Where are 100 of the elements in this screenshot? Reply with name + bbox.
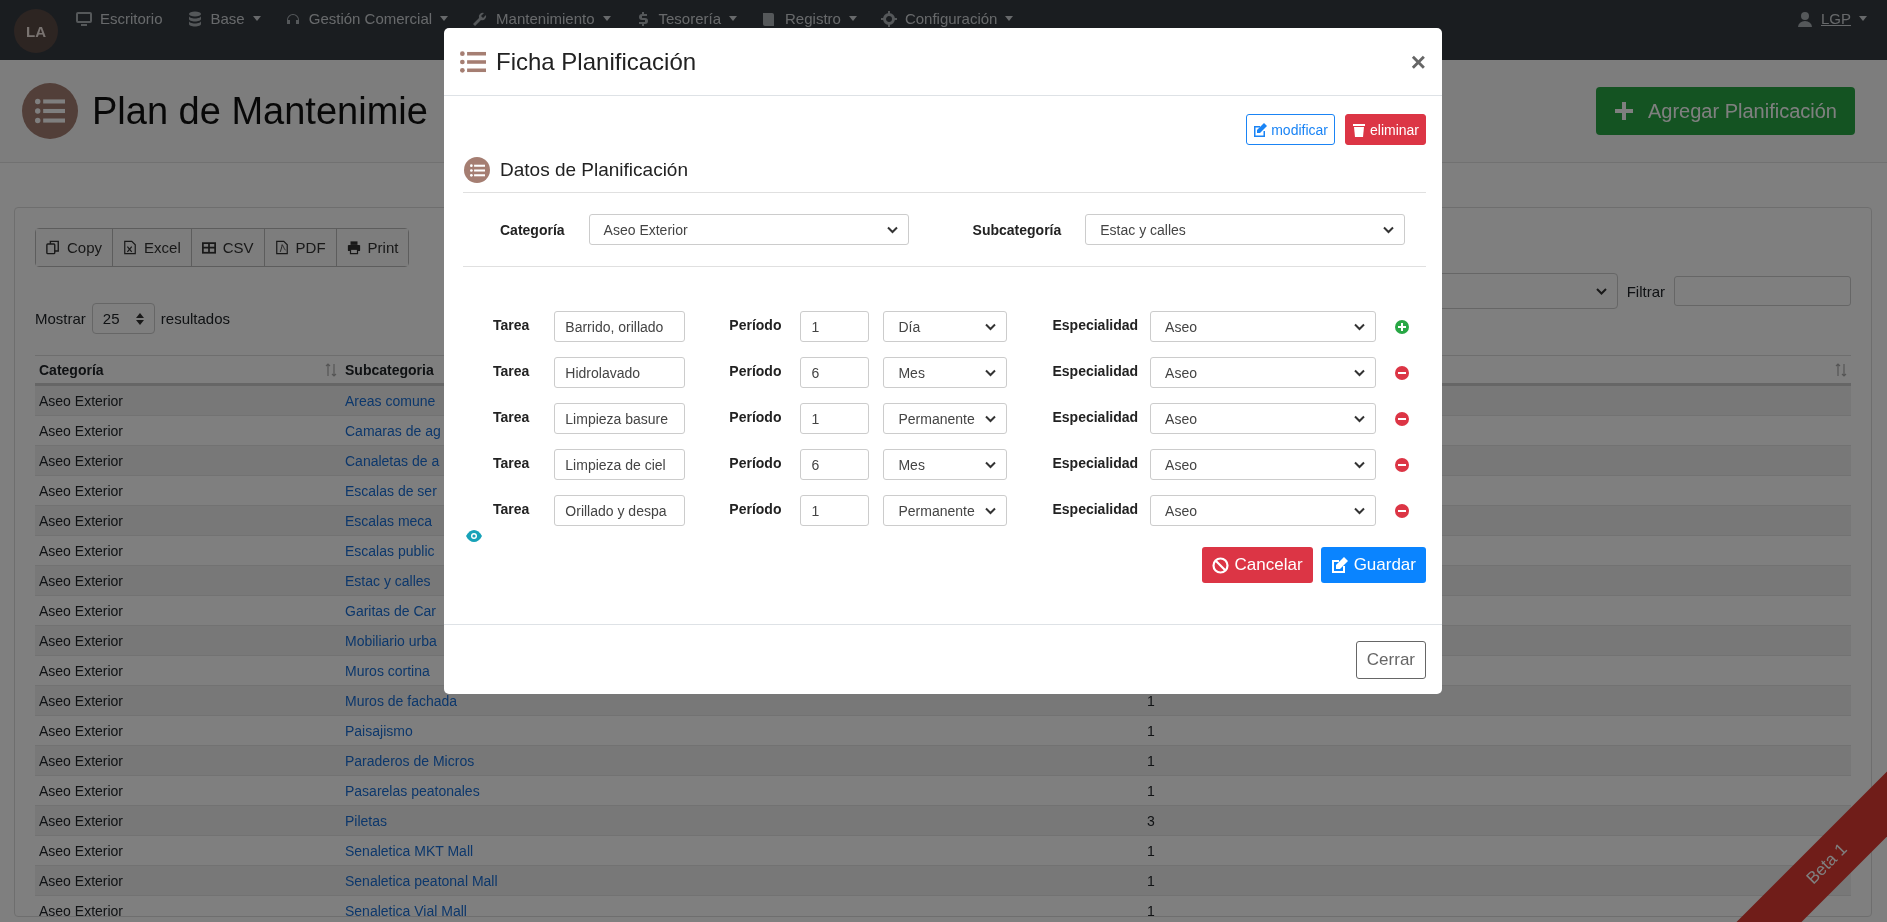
list-icon — [460, 50, 486, 73]
subcategory-link[interactable]: Mobiliario urba — [345, 632, 437, 649]
nav-menu-item[interactable]: Configuración — [880, 10, 1014, 27]
period-field[interactable]: 6 — [800, 357, 870, 388]
specialty-select[interactable]: Aseo — [1150, 403, 1377, 434]
table-cell: Aseo Exterior — [39, 392, 124, 409]
chevron-down-icon — [1595, 287, 1607, 295]
filter-label: Filtrar — [1626, 282, 1665, 300]
field-label: Período — [729, 316, 782, 333]
nav-menu-item[interactable]: Tesorería — [634, 10, 738, 27]
nav-menu-item[interactable]: Gestión Comercial — [284, 10, 449, 27]
period-field[interactable]: 1 — [800, 495, 870, 526]
subcategory-link[interactable]: Piletas — [345, 812, 388, 829]
caret-icon — [1859, 16, 1867, 21]
user-menu[interactable]: LGP — [1797, 10, 1867, 27]
task-field[interactable]: Orillado y despa — [554, 495, 686, 526]
specialty-select[interactable]: Aseo — [1150, 495, 1377, 526]
task-field[interactable]: Hidrolavado — [554, 357, 686, 388]
save-button[interactable]: Guardar — [1320, 547, 1426, 583]
period-field[interactable]: 1 — [800, 403, 870, 434]
caret-icon — [602, 16, 611, 21]
table-cell: Aseo Exterior — [39, 662, 124, 679]
subcategory-link[interactable]: Senaletica peatonal Mall — [345, 872, 498, 889]
cancel-button[interactable]: Cancelar — [1201, 547, 1313, 583]
subcategory-link[interactable]: Muros cortina — [345, 662, 430, 679]
table-cell: 1 — [1147, 752, 1155, 769]
field-label: Tarea — [493, 500, 530, 517]
nav-menu-item[interactable]: Escritorio — [76, 10, 163, 27]
category-select[interactable]: Aseo Exterior — [588, 214, 909, 245]
section-title: Datos de Planificación — [500, 159, 688, 181]
remove-circle-icon[interactable] — [1395, 504, 1410, 518]
table-cell: 1 — [1147, 692, 1155, 709]
specialty-select[interactable]: Aseo — [1150, 311, 1377, 342]
nav-menu-item[interactable]: Registro — [761, 10, 857, 27]
caret-icon — [440, 16, 449, 21]
remove-circle-icon[interactable] — [1395, 412, 1410, 426]
field-label: Subcategoría — [972, 221, 1062, 238]
task-field[interactable]: Barrido, orillado — [554, 311, 686, 342]
close-button[interactable]: × — [1410, 48, 1426, 75]
table-cell: Aseo Exterior — [39, 572, 124, 589]
unit-select[interactable]: Día — [883, 311, 1008, 342]
logo[interactable]: LA — [14, 9, 58, 53]
subcategory-link[interactable]: Senaletica MKT Mall — [345, 842, 474, 859]
chevron-down-icon — [985, 506, 997, 515]
subcategory-link[interactable]: Escalas public — [345, 542, 435, 559]
field-label: Categoría — [500, 221, 565, 238]
subcategory-link[interactable]: Pasarelas peatonales — [345, 782, 480, 799]
table-icon — [201, 240, 216, 255]
field-label: Especialidad — [1052, 454, 1139, 471]
unit-select[interactable]: Mes — [883, 449, 1008, 480]
list-badge-icon — [464, 157, 490, 183]
field-label: Tarea — [493, 362, 530, 379]
table-cell: 1 — [1147, 842, 1155, 859]
remove-circle-icon[interactable] — [1395, 366, 1410, 380]
table-cell: 1 — [1147, 722, 1155, 739]
subcategory-link[interactable]: Estac y calles — [345, 572, 431, 589]
subcategory-link[interactable]: Paraderos de Micros — [345, 752, 475, 769]
period-field[interactable]: 1 — [800, 311, 870, 342]
plus-icon — [1614, 101, 1634, 121]
filter-input[interactable] — [1674, 276, 1851, 306]
caret-icon — [1005, 16, 1014, 21]
subcategory-link[interactable]: Areas comune — [345, 392, 436, 409]
specialty-select[interactable]: Aseo — [1150, 357, 1377, 388]
subcategory-link[interactable]: Escalas meca — [345, 512, 433, 529]
remove-circle-icon[interactable] — [1395, 458, 1410, 472]
export-button[interactable]: Copy — [36, 229, 114, 266]
copy-icon — [46, 240, 60, 255]
spreadsheet-file-icon — [123, 240, 138, 255]
subcategory-link[interactable]: Camaras de ag — [345, 422, 441, 439]
nav-menu-item[interactable]: Base — [186, 10, 261, 27]
pdf-file-icon — [274, 240, 289, 255]
field-label: Tarea — [493, 454, 530, 471]
subcategory-link[interactable]: Canaletas de a — [345, 452, 440, 469]
add-planning-button[interactable]: Agregar Planificación — [1596, 87, 1855, 135]
subcategory-select[interactable]: Estac y calles — [1085, 214, 1406, 245]
period-field[interactable]: 6 — [800, 449, 870, 480]
close-button[interactable]: Cerrar — [1355, 640, 1426, 679]
subcategory-link[interactable]: Garitas de Car — [345, 602, 437, 619]
add-circle-icon[interactable] — [1395, 320, 1410, 334]
nav-menu-item[interactable]: Mantenimiento — [472, 10, 611, 27]
eye-icon — [466, 530, 482, 542]
task-field[interactable]: Limpieza de ciel — [554, 449, 686, 480]
unit-select[interactable]: Mes — [883, 357, 1008, 388]
subcategory-link[interactable]: Paisajismo — [345, 722, 413, 739]
subcategory-link[interactable]: Escalas de ser — [345, 482, 437, 499]
edit-icon — [1253, 122, 1268, 137]
specialty-select[interactable]: Aseo — [1150, 449, 1377, 480]
subcategory-link[interactable]: Muros de fachada — [345, 692, 458, 709]
page-length-select[interactable]: 25 — [91, 303, 155, 334]
edit-button[interactable]: modificar — [1246, 114, 1335, 145]
delete-button[interactable]: eliminar — [1345, 114, 1426, 145]
database-icon — [186, 10, 203, 27]
unit-select[interactable]: Permanente — [883, 495, 1008, 526]
desktop-icon — [76, 10, 92, 27]
sort-icon — [1835, 362, 1847, 377]
field-label: Período — [729, 408, 782, 425]
results-label: resultados — [160, 310, 231, 327]
task-field[interactable]: Limpieza basure — [554, 403, 686, 434]
subcategory-link[interactable]: Senaletica Vial Mall — [345, 902, 467, 916]
unit-select[interactable]: Permanente — [883, 403, 1008, 434]
